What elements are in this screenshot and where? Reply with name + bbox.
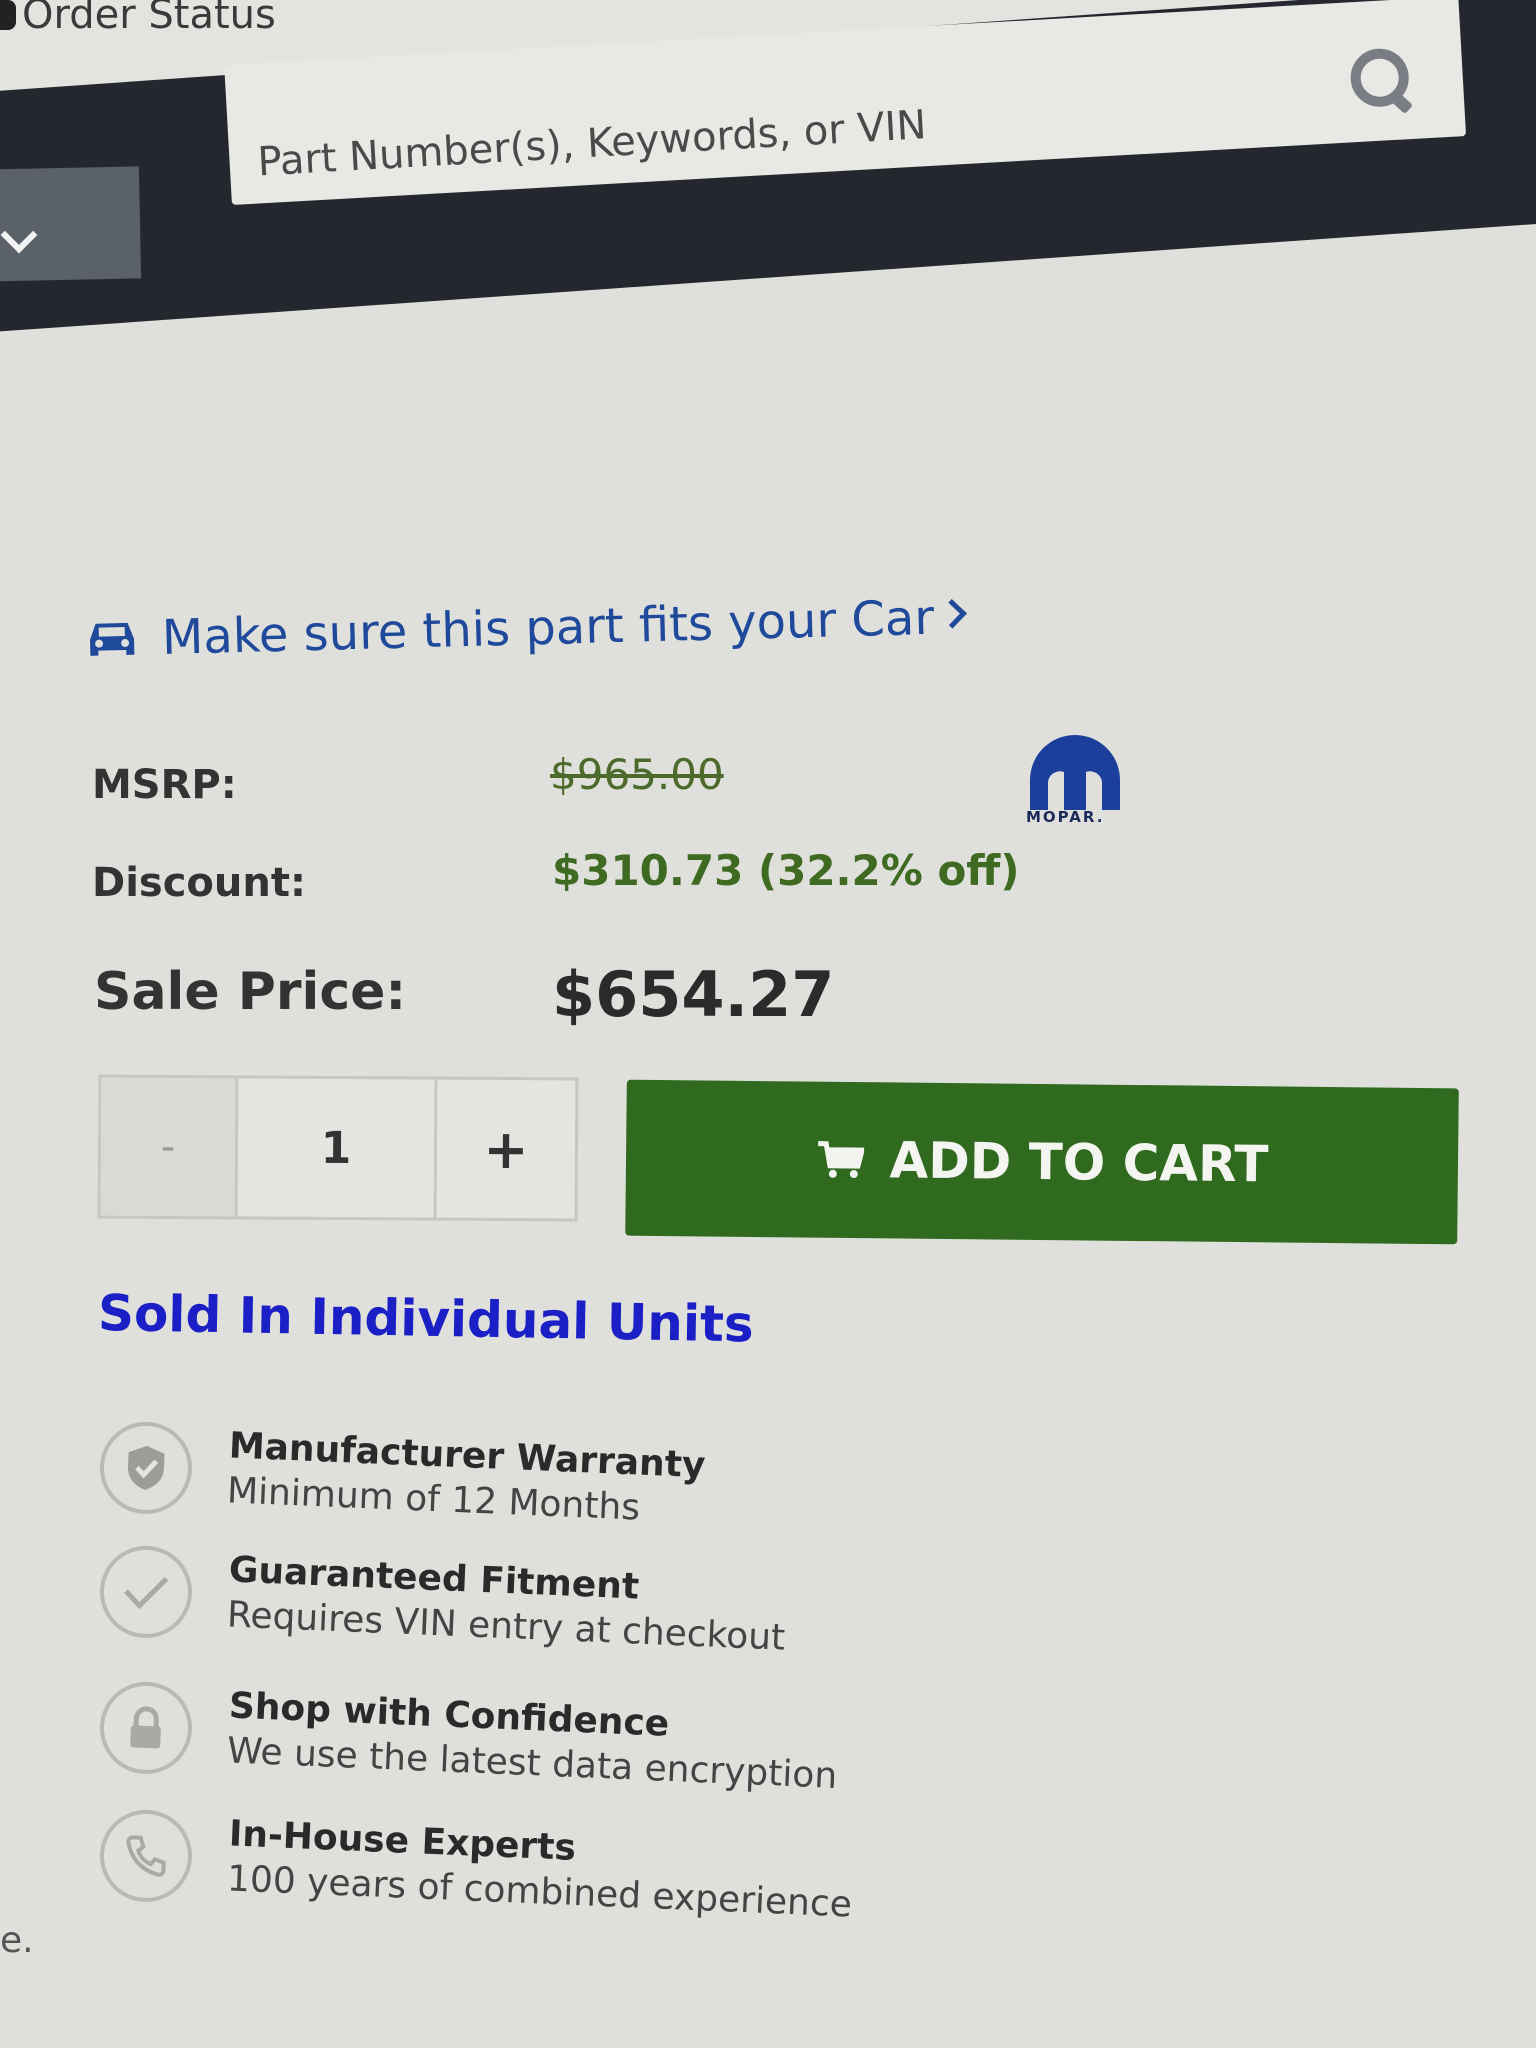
feature-manufacturer-warranty: Manufacturer Warranty Minimum of 12 Mont… (98, 1420, 706, 1537)
quantity-input[interactable]: 1 (234, 1078, 438, 1218)
discount-label: Discount: (92, 860, 306, 906)
add-to-cart-label: ADD TO CART (889, 1131, 1269, 1194)
checkmark-icon (98, 1544, 194, 1640)
msrp-label: MSRP: (92, 762, 237, 808)
shield-check-icon (98, 1420, 194, 1516)
chevron-right-icon (937, 598, 968, 629)
order-status-label: Order Status (22, 0, 276, 38)
fitment-link-text: Make sure this part fits your Car (161, 589, 935, 667)
add-to-cart-button[interactable]: ADD TO CART (625, 1079, 1459, 1245)
lock-icon (98, 1680, 194, 1776)
clipped-text-fragment: e. (0, 1920, 34, 1961)
feature-in-house-experts: In-House Experts 100 years of combined e… (98, 1808, 855, 1931)
discount-value: $310.73 (32.2% off) (552, 846, 1020, 895)
car-icon (89, 622, 135, 656)
order-status-icon (0, 0, 16, 30)
phone-icon (98, 1808, 194, 1904)
fitment-check-link[interactable]: Make sure this part fits your Car (85, 589, 968, 668)
increase-quantity-button[interactable]: + (437, 1080, 576, 1219)
sale-price-value: $654.27 (552, 958, 835, 1031)
quantity-stepper: - 1 + (97, 1074, 579, 1222)
sold-in-units-label: Sold In Individual Units (97, 1284, 755, 1354)
search-button[interactable] (1349, 47, 1413, 115)
sale-price-label: Sale Price: (94, 962, 407, 1022)
order-status-link[interactable]: Order Status (0, 0, 276, 38)
decrease-quantity-button[interactable]: - (100, 1077, 236, 1217)
brand-name: MOPAR. (1026, 808, 1105, 826)
feature-guaranteed-fitment: Guaranteed Fitment Requires VIN entry at… (98, 1544, 788, 1665)
cart-icon (817, 1141, 864, 1179)
feature-shop-with-confidence: Shop with Confidence We use the latest d… (98, 1680, 840, 1803)
msrp-value: $965.00 (550, 750, 724, 799)
